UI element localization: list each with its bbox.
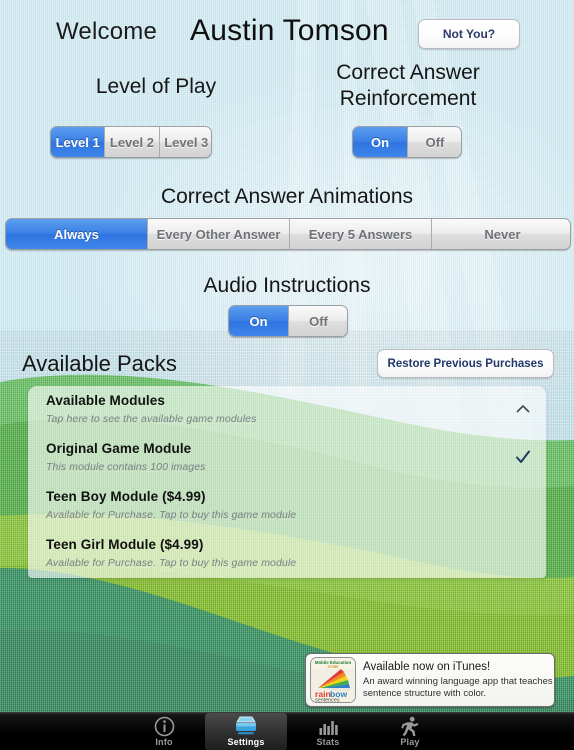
segment-always[interactable]: Always: [6, 219, 147, 249]
list-item-subtitle: This module contains 100 images: [46, 461, 206, 473]
list-item-subtitle: Available for Purchase. Tap to buy this …: [46, 557, 297, 569]
list-item-subtitle: Tap here to see the available game modul…: [46, 413, 257, 425]
segment-reinforcement-on[interactable]: On: [353, 127, 407, 157]
segment-never[interactable]: Never: [431, 219, 570, 249]
list-item[interactable]: Teen Girl Module ($4.99) Available for P…: [28, 530, 546, 578]
tab-label: Info: [155, 737, 173, 747]
reinforcement-label-line2: Reinforcement: [339, 87, 477, 110]
tab-play[interactable]: Play: [369, 713, 451, 750]
chevron-up-icon[interactable]: [514, 400, 532, 418]
audio-instructions-label: Audio Instructions: [203, 274, 371, 297]
reinforcement-segmented-control[interactable]: On Off: [352, 126, 462, 158]
audio-instructions-segmented-control[interactable]: On Off: [228, 305, 348, 337]
user-name: Austin Tomson: [190, 14, 389, 47]
tab-stats[interactable]: Stats: [287, 713, 369, 750]
ad-body: An award winning language app that teach…: [363, 675, 553, 699]
segment-level-1[interactable]: Level 1: [51, 127, 105, 157]
list-item[interactable]: Available Modules Tap here to see the av…: [28, 386, 546, 434]
ad-headline: Available now on iTunes!: [363, 660, 491, 673]
running-man-icon: [400, 715, 420, 737]
animations-label: Correct Answer Animations: [160, 185, 414, 208]
segment-reinforcement-off[interactable]: Off: [407, 127, 461, 157]
checkmark-icon: [516, 450, 530, 463]
ad-text: Available now on iTunes! An award winnin…: [363, 661, 554, 700]
segment-audio-off[interactable]: Off: [288, 306, 347, 336]
list-item[interactable]: Original Game Module This module contain…: [28, 434, 546, 482]
available-packs-title: Available Packs: [22, 351, 177, 376]
list-item-title: Teen Girl Module ($4.99): [46, 537, 204, 552]
info-circle-icon: [154, 715, 175, 737]
tab-settings[interactable]: Settings: [205, 713, 287, 750]
welcome-label: Welcome: [56, 18, 157, 45]
reinforcement-label-line1: Correct Answer: [336, 61, 480, 84]
segment-level-2[interactable]: Level 2: [104, 127, 159, 157]
list-item-subtitle: Available for Purchase. Tap to buy this …: [46, 509, 297, 521]
svg-text:STORE: STORE: [328, 665, 339, 669]
not-you-button[interactable]: Not You?: [418, 19, 520, 49]
list-item-title: Original Game Module: [46, 441, 192, 456]
tab-bar: Info Settings Stats Play: [0, 712, 574, 750]
ad-banner[interactable]: Mobile Education STORE rain bow sentence…: [305, 653, 555, 707]
segment-audio-on[interactable]: On: [229, 306, 288, 336]
list-item-title: Available Modules: [46, 393, 165, 408]
bar-chart-icon: [318, 715, 339, 737]
tab-info[interactable]: Info: [123, 713, 205, 750]
restore-previous-purchases-button[interactable]: Restore Previous Purchases: [377, 349, 554, 378]
level-of-play-segmented-control[interactable]: Level 1 Level 2 Level 3: [50, 126, 212, 158]
tab-label: Stats: [316, 737, 340, 747]
segment-every-5-answers[interactable]: Every 5 Answers: [289, 219, 431, 249]
list-item[interactable]: Teen Boy Module ($4.99) Available for Pu…: [28, 482, 546, 530]
settings-screen: Welcome Austin Tomson Not You? Level of …: [0, 0, 574, 750]
animations-segmented-control[interactable]: Always Every Other Answer Every 5 Answer…: [5, 218, 571, 250]
segment-every-other-answer[interactable]: Every Other Answer: [147, 219, 289, 249]
list-item-title: Teen Boy Module ($4.99): [46, 489, 206, 504]
tab-label: Settings: [227, 737, 265, 747]
tab-label: Play: [400, 737, 420, 747]
level-of-play-label: Level of Play: [95, 75, 217, 98]
rainbow-sentences-app-icon: Mobile Education STORE rain bow sentence…: [310, 657, 356, 703]
segment-level-3[interactable]: Level 3: [158, 127, 211, 157]
svg-text:sentences: sentences: [315, 698, 340, 702]
modules-list: Available Modules Tap here to see the av…: [28, 386, 546, 578]
tray-icon: [235, 715, 257, 737]
